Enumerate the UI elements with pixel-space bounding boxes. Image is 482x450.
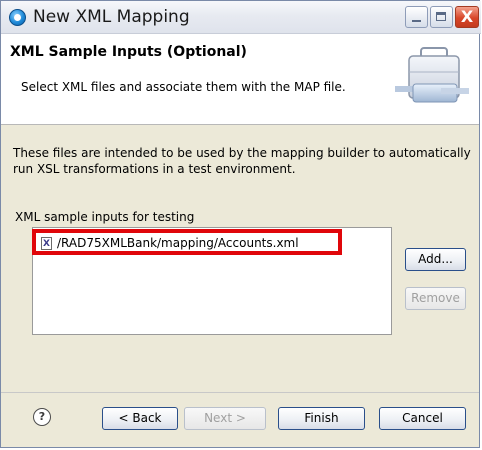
bottom-separator	[1, 392, 479, 393]
app-icon	[9, 9, 26, 26]
help-icon[interactable]: ?	[33, 408, 51, 426]
back-button[interactable]: < Back	[102, 407, 178, 430]
wizard-header: XML Sample Inputs (Optional) Select XML …	[1, 34, 479, 125]
cancel-button[interactable]: Cancel	[379, 407, 466, 430]
minimize-button[interactable]	[405, 6, 428, 28]
page-description: Select XML files and associate them with…	[21, 80, 346, 94]
maximize-button[interactable]	[430, 6, 453, 28]
close-button[interactable]: X	[455, 6, 479, 28]
dialog-window: New XML Mapping X XML Sample Inputs (Opt…	[0, 0, 481, 448]
window-title: New XML Mapping	[33, 7, 190, 27]
briefcase-icon	[395, 47, 469, 103]
list-label: XML sample inputs for testing	[15, 210, 195, 224]
intro-text: These files are intended to be used by t…	[13, 146, 471, 176]
page-title: XML Sample Inputs (Optional)	[10, 44, 247, 60]
next-button[interactable]: Next >	[184, 407, 266, 430]
title-bar[interactable]: New XML Mapping X	[1, 1, 481, 34]
highlight-box	[32, 229, 342, 255]
remove-button[interactable]: Remove	[405, 287, 466, 310]
add-button[interactable]: Add...	[405, 248, 466, 271]
finish-button[interactable]: Finish	[278, 407, 365, 430]
